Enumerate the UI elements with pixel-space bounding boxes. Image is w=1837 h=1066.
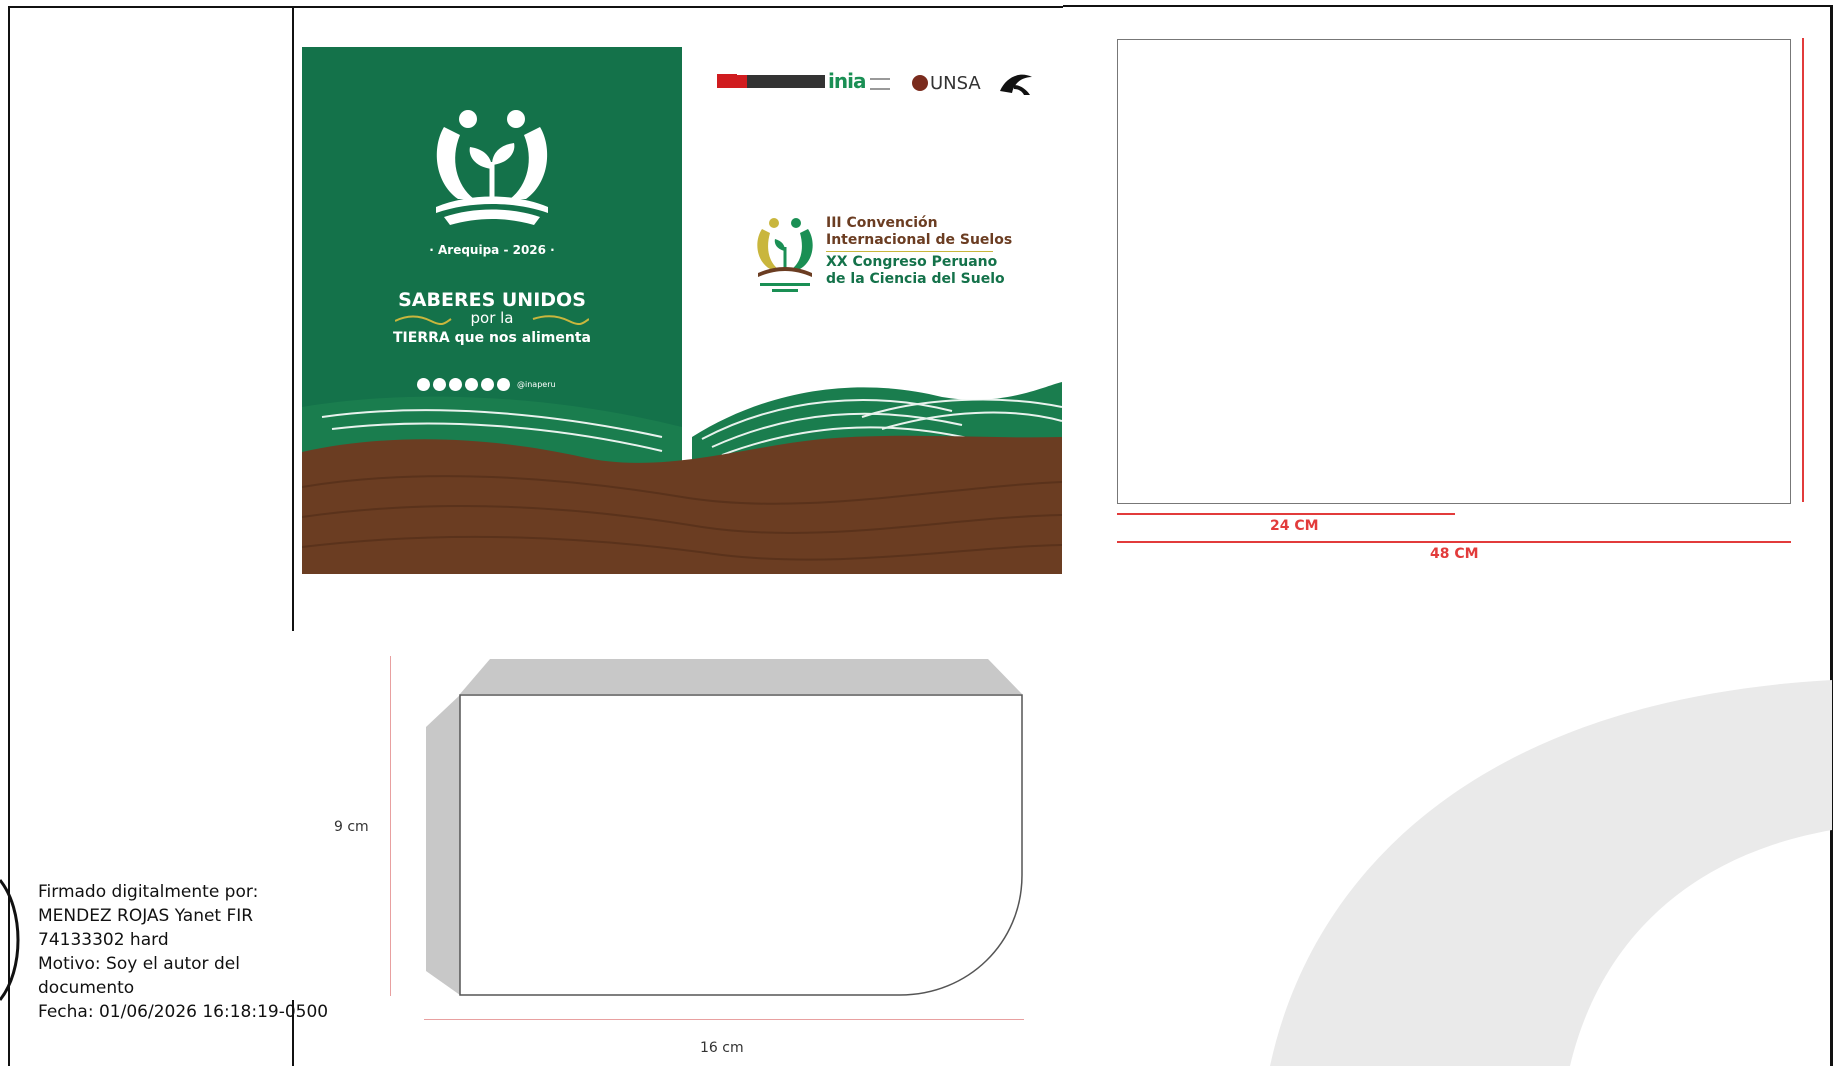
signature-stamp-arc [0,879,20,1001]
brochure-slogan-line1: SABERES UNIDOS [398,289,586,311]
frame-top-line-right [1063,5,1832,7]
congress-emblem-icon [436,110,548,225]
signature-line3: 74133302 hard [38,930,169,950]
signature-line4: Motivo: Soy el autor del [38,954,240,974]
brochure-city-year: · Arequipa - 2026 · [429,243,555,257]
frame-divider-line [292,6,294,631]
digital-signature-block: Firmado digitalmente por: MENDEZ ROJAS Y… [38,880,338,1024]
event-line4: de la Ciencia del Suelo [826,271,1005,287]
event-line3: XX Congreso Peruano [826,254,998,270]
half-width-label: 24 CM [1270,518,1319,534]
watermark-leaf-icon [1270,680,1832,1066]
half-width-line [1117,513,1455,515]
brochure-preview: · Arequipa - 2026 · SABERES UNIDOS por l… [302,47,1062,574]
inia-logo: inia [828,69,866,93]
envelope-height-line [390,656,391,996]
envelope-diagram [426,659,1023,996]
frame-top-line [8,6,1063,8]
landscape-hills-illustration [302,377,1062,574]
flat-template-height-line [1802,38,1804,502]
brochure-slogan-line2: por la [470,309,514,327]
event-line1: III Convención [826,215,938,231]
peru-government-logo [733,75,825,88]
signature-line2: MENDEZ ROJAS Yanet FIR [38,906,254,926]
full-width-label: 48 CM [1430,546,1479,562]
event-line2: Internacional de Suelos [826,232,1013,248]
full-width-line [1117,541,1791,543]
flat-template-rectangle [1117,39,1791,504]
signature-line6: Fecha: 01/06/2026 16:18:19-0500 [38,1002,329,1022]
condor-logo-icon [1000,74,1032,95]
event-divider [826,251,993,252]
unsa-logo: UNSA [930,73,981,94]
envelope-width-label: 16 cm [700,1040,744,1056]
unsa-seal-icon [912,75,928,91]
event-emblem-icon [757,218,813,292]
brochure-slogan-line3: TIERRA que nos alimenta [393,330,591,346]
signature-line1: Firmado digitalmente por: [38,882,259,902]
envelope-width-line [424,1019,1024,1020]
signature-line5: documento [38,978,135,998]
inia-subtitle-lines [870,78,890,90]
envelope-height-label: 9 cm [334,819,369,835]
